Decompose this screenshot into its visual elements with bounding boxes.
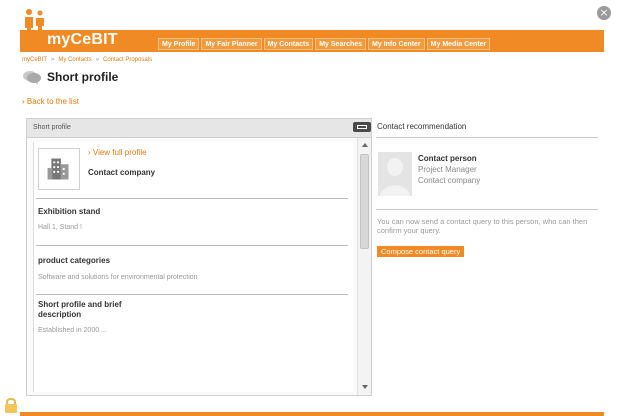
company-name: Contact company bbox=[88, 168, 156, 177]
contact-person-role: Project Manager bbox=[418, 165, 477, 174]
speech-bubbles-icon bbox=[23, 71, 41, 85]
view-full-profile-link[interactable]: › View full profile bbox=[88, 148, 147, 157]
contact-query-description: You can now send a contact query to this… bbox=[377, 217, 588, 235]
divider bbox=[376, 209, 598, 210]
short-profile-description-value: Established in 2000 ... bbox=[38, 327, 107, 334]
nav-my-searches[interactable]: My Searches bbox=[315, 38, 367, 50]
contact-person-company: Contact company bbox=[418, 176, 481, 185]
footer-bar bbox=[20, 412, 604, 416]
breadcrumb-contact-proposals[interactable]: Contact Proposals bbox=[103, 57, 152, 63]
avatar bbox=[378, 152, 412, 196]
short-profile-panel-header: Short profile bbox=[26, 118, 372, 138]
contact-person-name: Contact person bbox=[418, 154, 477, 163]
divider bbox=[36, 294, 348, 295]
scroll-down-icon[interactable] bbox=[362, 385, 368, 389]
compose-contact-query-button[interactable]: Compose contact query bbox=[377, 246, 465, 257]
nav-my-contacts[interactable]: My Contacts bbox=[263, 38, 314, 50]
breadcrumb-mycebit[interactable]: myCeBIT bbox=[22, 57, 47, 63]
contact-recommendation-title: Contact recommendation bbox=[377, 122, 467, 131]
product-categories-value: Software and solutions for environmental… bbox=[38, 274, 198, 281]
back-to-list-link[interactable]: › Back to the list bbox=[22, 97, 79, 106]
divider bbox=[376, 137, 598, 138]
collapse-panel-icon[interactable] bbox=[353, 122, 371, 132]
person-silhouette-icon bbox=[378, 152, 412, 196]
breadcrumb: myCeBIT» My Contacts» Contact Proposals bbox=[22, 57, 153, 63]
exhibition-stand-title: Exhibition stand bbox=[38, 207, 101, 216]
divider bbox=[36, 245, 348, 246]
lock-icon bbox=[5, 398, 17, 413]
short-profile-description-title: Short profile and brief description bbox=[38, 300, 122, 319]
company-building-icon bbox=[47, 158, 69, 180]
divider bbox=[36, 198, 348, 199]
page-title: Short profile bbox=[47, 70, 119, 84]
short-profile-panel: › View full profile Contact company Exhi… bbox=[26, 138, 372, 396]
product-categories-title: product categories bbox=[38, 256, 111, 265]
exhibition-stand-value: Hall 1, Stand ! bbox=[38, 224, 82, 231]
nav-my-info-center[interactable]: My Info Center bbox=[368, 38, 425, 50]
close-icon[interactable]: × bbox=[597, 6, 611, 20]
nav-my-fair-planner[interactable]: My Fair Planner bbox=[201, 38, 262, 50]
nav-my-profile[interactable]: My Profile bbox=[158, 38, 200, 50]
nav-my-media-center[interactable]: My Media Center bbox=[426, 38, 491, 50]
profile-card: › View full profile Contact company Exhi… bbox=[33, 142, 353, 392]
scrollbar[interactable] bbox=[357, 138, 371, 395]
brand-title: myCeBIT bbox=[47, 31, 118, 48]
scroll-thumb[interactable] bbox=[360, 154, 369, 249]
scroll-up-icon[interactable] bbox=[362, 143, 368, 147]
main-navigation: My Profile My Fair Planner My Contacts M… bbox=[158, 38, 491, 50]
company-logo bbox=[38, 148, 80, 190]
breadcrumb-my-contacts[interactable]: My Contacts bbox=[58, 57, 91, 63]
